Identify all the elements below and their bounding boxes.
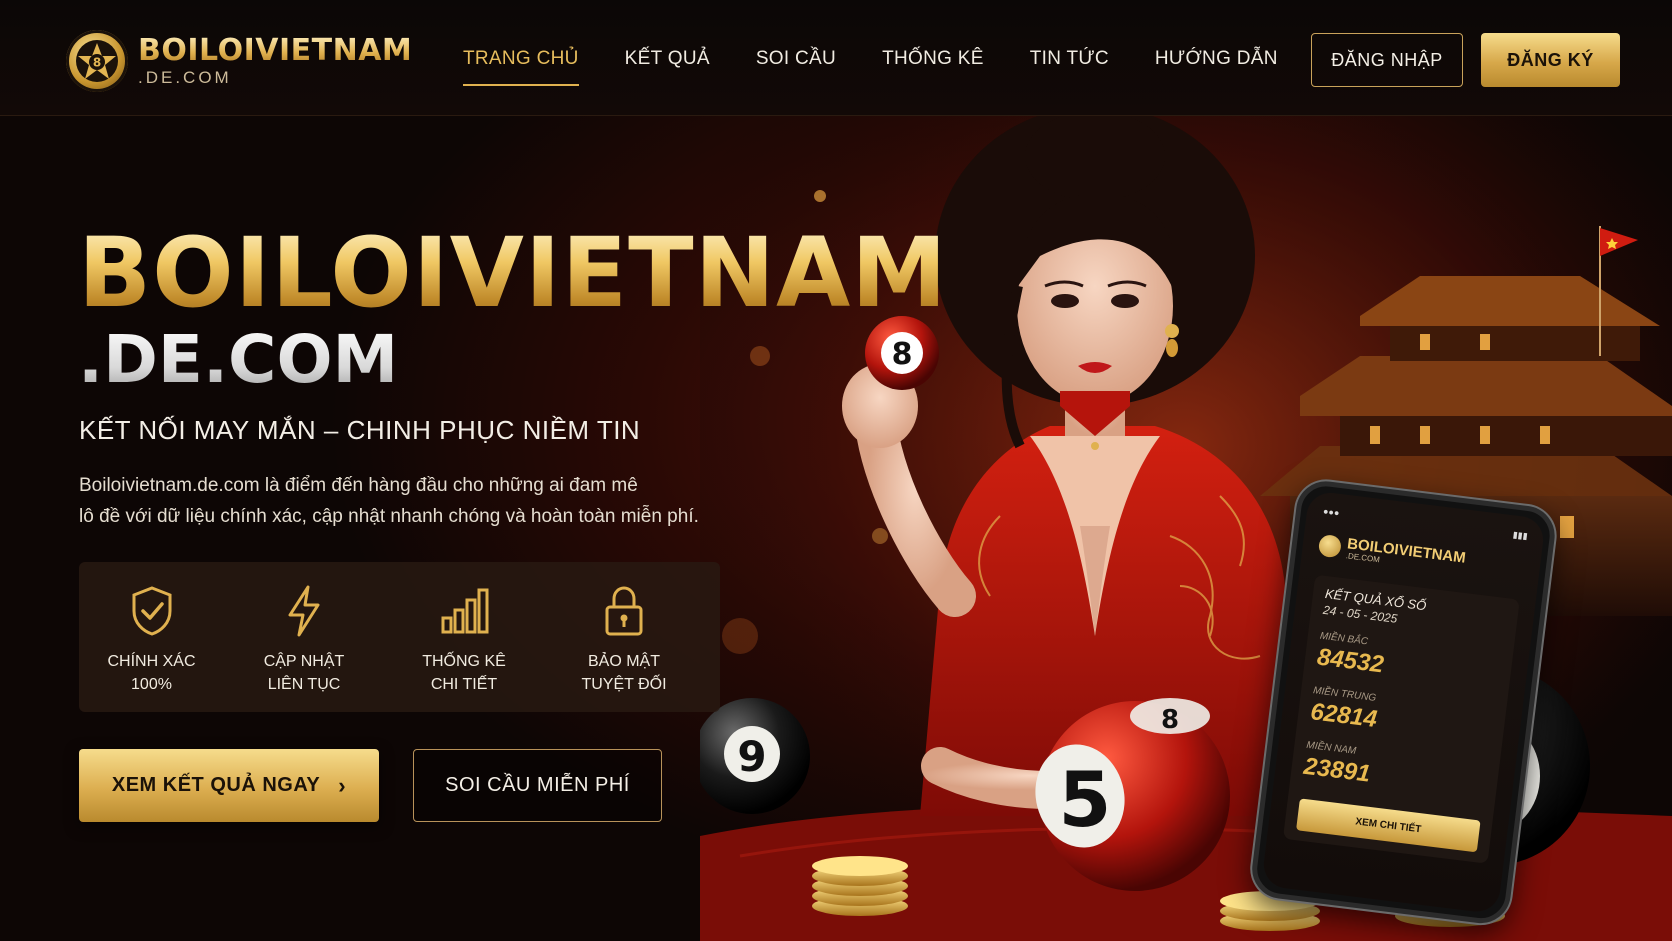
star-badge-icon: 8 xyxy=(76,40,118,82)
nav-item-tin-tuc[interactable]: TIN TỨC xyxy=(1030,48,1109,70)
login-button[interactable]: ĐĂNG NHẬP xyxy=(1311,33,1463,87)
nav-item-thong-ke[interactable]: THỐNG KÊ xyxy=(882,48,984,70)
ball-number: 5 xyxy=(1059,755,1112,844)
lock-icon xyxy=(605,586,643,636)
hero-description: Boiloivietnam.de.com là điểm đến hàng đầ… xyxy=(79,470,779,532)
shield-check-icon xyxy=(132,586,171,636)
lightning-icon xyxy=(288,585,320,637)
feature-sublabel: LIÊN TỤC xyxy=(267,676,341,693)
nav-item-ket-qua[interactable]: KẾT QUẢ xyxy=(625,48,710,70)
hero-title: BOILOIVIETNAM xyxy=(78,217,948,329)
chevron-right-icon: › xyxy=(338,772,347,798)
feature-accuracy: CHÍNH XÁC 100% xyxy=(79,582,224,712)
feature-security: BẢO MẬT TUYỆT ĐỐI xyxy=(544,582,704,712)
feature-panel: CHÍNH XÁC 100% CẬP NHẬT LIÊN TỤC THỐNG K… xyxy=(79,562,720,712)
nav-item-trang-chu[interactable]: TRANG CHỦ xyxy=(463,48,579,86)
main-nav: TRANG CHỦ KẾT QUẢ SOI CẦU THỐNG KÊ TIN T… xyxy=(463,48,1324,86)
hero-domain: .DE.COM xyxy=(78,321,399,398)
phone-screen: ●●● ▮▮▮ BOILOIVIETNAM .DE.COM KẾT QUẢ XỔ… xyxy=(1261,490,1546,915)
site-header: 8 BOILOIVIETNAM .DE.COM TRANG CHỦ KẾT QU… xyxy=(0,0,1672,116)
landing-page: 8 9 5 8 3 xyxy=(0,0,1672,941)
feature-statistics: THỐNG KÊ CHI TIẾT xyxy=(384,582,544,712)
result-row-mien-trung: MIỀN TRUNG 62814 xyxy=(1309,685,1495,748)
phone-mockup: ●●● ▮▮▮ BOILOIVIETNAM .DE.COM KẾT QUẢ XỔ… xyxy=(1248,478,1559,927)
result-row-mien-bac: MIỀN BẮC 84532 xyxy=(1316,631,1502,694)
feature-label: THỐNG KÊ xyxy=(422,653,506,670)
view-results-button[interactable]: XEM KẾT QUẢ NGAY › xyxy=(79,749,379,822)
feature-label: BẢO MẬT xyxy=(587,653,660,670)
logo-badge-number: 8 xyxy=(93,56,101,70)
phone-logo: BOILOIVIETNAM .DE.COM xyxy=(1317,533,1525,582)
bar-chart-icon xyxy=(441,588,489,634)
held-ball-number: 8 xyxy=(892,337,913,372)
view-results-label: XEM KẾT QUẢ NGAY xyxy=(111,774,321,796)
logo-domain: .DE.COM xyxy=(138,68,232,87)
register-button[interactable]: ĐĂNG KÝ xyxy=(1481,33,1620,87)
logo-badge: 8 xyxy=(66,30,128,92)
feature-label: CẬP NHẬT xyxy=(263,653,345,670)
battery-icon: ▮▮▮ xyxy=(1512,529,1529,542)
ball-number: 9 xyxy=(737,732,766,781)
hero-description-line-1: Boiloivietnam.de.com là điểm đến hàng đầ… xyxy=(79,475,638,496)
result-row-mien-nam: MIỀN NAM 23891 xyxy=(1302,740,1488,803)
feature-sublabel: TUYỆT ĐỐI xyxy=(581,676,667,693)
nav-item-soi-cau[interactable]: SOI CẦU xyxy=(756,48,836,70)
feature-label: CHÍNH XÁC xyxy=(107,653,196,670)
lottery-results-card: KẾT QUẢ XỔ SỐ 24 - 05 - 2025 MIỀN BẮC 84… xyxy=(1282,574,1520,864)
logo-name: BOILOIVIETNAM xyxy=(138,33,413,68)
feature-live-update: CẬP NHẬT LIÊN TỤC xyxy=(224,582,384,712)
status-dots-icon: ●●● xyxy=(1322,506,1340,519)
site-logo[interactable]: 8 BOILOIVIETNAM .DE.COM xyxy=(66,30,412,92)
feature-sublabel: CHI TIẾT xyxy=(430,676,498,693)
logo-text: BOILOIVIETNAM .DE.COM xyxy=(138,34,412,88)
hero-tagline: KẾT NỐI MAY MẮN – CHINH PHỤC NIỀM TIN xyxy=(79,415,641,445)
phone-logo-badge-icon xyxy=(1317,533,1343,559)
feature-sublabel: 100% xyxy=(131,676,172,693)
free-prediction-button[interactable]: SOI CẦU MIỄN PHÍ xyxy=(413,749,662,822)
nav-item-huong-dan[interactable]: HƯỚNG DẪN xyxy=(1155,48,1278,70)
phone-view-detail-button[interactable]: XEM CHI TIẾT xyxy=(1296,798,1481,853)
ball-top-number: 8 xyxy=(1161,705,1179,735)
hero-description-line-2: lô đề với dữ liệu chính xác, cập nhật nh… xyxy=(79,506,699,527)
